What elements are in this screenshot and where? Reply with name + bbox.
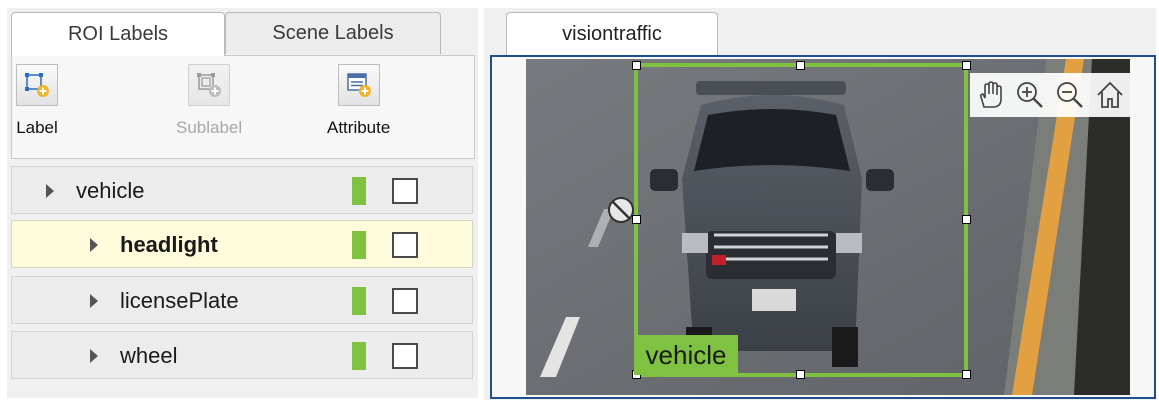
viewer-toolbar — [970, 73, 1130, 117]
not-allowed-cursor-icon — [606, 195, 636, 230]
label-color-swatch — [352, 342, 366, 370]
tab-visiontraffic[interactable]: visiontraffic — [506, 12, 718, 56]
label-checkbox[interactable] — [392, 343, 418, 369]
label-checkbox[interactable] — [392, 288, 418, 314]
label-color-swatch — [352, 287, 366, 315]
label-color-swatch — [352, 231, 366, 259]
video-tab-label: visiontraffic — [562, 23, 662, 45]
add-attribute-text: Attribute — [327, 118, 391, 137]
zoom-in-icon[interactable] — [1015, 80, 1045, 110]
expand-arrow-icon[interactable] — [90, 238, 98, 252]
label-name: licensePlate — [120, 288, 239, 313]
label-row-licenseplate[interactable]: licensePlate — [11, 276, 473, 324]
home-icon[interactable] — [1095, 80, 1125, 110]
resize-handle[interactable] — [796, 61, 805, 70]
label-toolbar: Label Sublabel Attribute — [11, 55, 475, 159]
add-sublabel-icon — [188, 64, 231, 106]
label-checkbox[interactable] — [392, 178, 418, 204]
resize-handle[interactable] — [962, 215, 971, 224]
tab-scene-labels-text: Scene Labels — [272, 22, 394, 44]
add-sublabel-button[interactable]: Sublabel — [176, 64, 242, 138]
add-sublabel-text: Sublabel — [176, 118, 243, 137]
tab-roi-labels[interactable]: ROI Labels — [11, 12, 225, 56]
resize-handle[interactable] — [962, 61, 971, 70]
zoom-out-icon[interactable] — [1055, 80, 1085, 110]
roi-label-text: vehicle — [645, 339, 727, 370]
label-definition-panel: Scene Labels ROI Labels Label Sublabel A… — [7, 8, 478, 398]
label-row-vehicle[interactable]: vehicle — [11, 166, 473, 214]
add-attribute-icon — [337, 64, 380, 106]
add-label-icon — [16, 64, 58, 106]
label-name: wheel — [120, 343, 178, 368]
image-viewer[interactable]: vehicle — [490, 55, 1156, 399]
roi-label-tag: vehicle — [634, 335, 738, 375]
expand-arrow-icon[interactable] — [90, 294, 98, 308]
label-row-wheel[interactable]: wheel — [11, 331, 473, 379]
label-color-swatch — [352, 177, 366, 205]
label-name: headlight — [120, 232, 218, 257]
label-checkbox[interactable] — [392, 232, 418, 258]
resize-handle[interactable] — [796, 370, 805, 379]
label-name: vehicle — [76, 178, 145, 203]
resize-handle[interactable] — [962, 370, 971, 379]
resize-handle[interactable] — [632, 61, 641, 70]
label-row-headlight[interactable]: headlight — [11, 220, 473, 268]
video-display-panel: visiontraffic vehicle — [484, 8, 1156, 400]
pan-hand-icon[interactable] — [975, 80, 1005, 110]
tab-scene-labels[interactable]: Scene Labels — [225, 12, 441, 54]
tab-roi-labels-text: ROI Labels — [67, 23, 169, 45]
add-attribute-button[interactable]: Attribute — [327, 64, 390, 138]
add-label-button[interactable]: Label — [16, 64, 58, 138]
add-label-text: Label — [16, 118, 58, 137]
expand-arrow-icon[interactable] — [46, 184, 54, 198]
expand-arrow-icon[interactable] — [90, 349, 98, 363]
